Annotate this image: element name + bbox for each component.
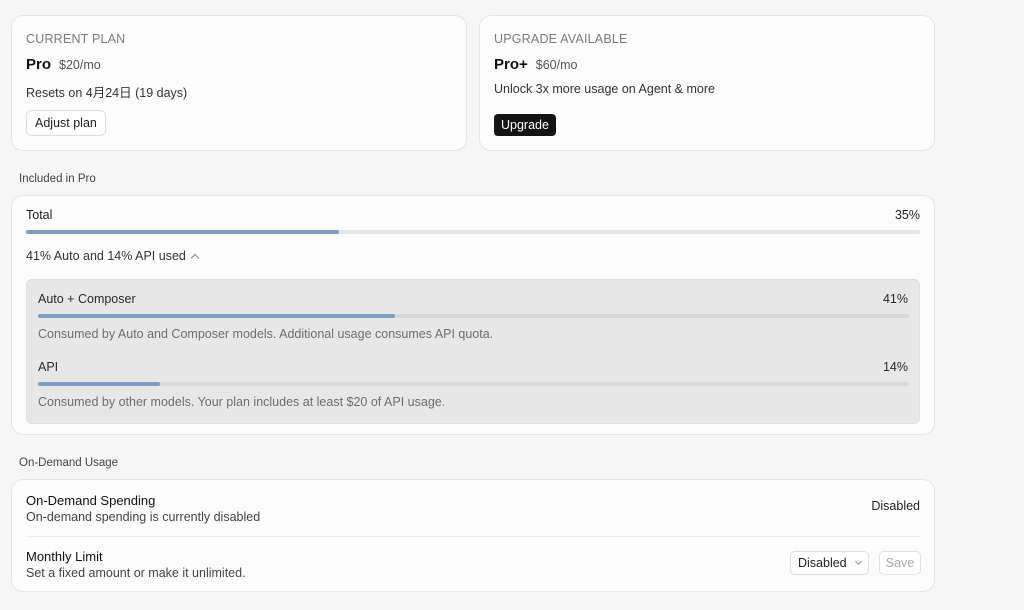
monthly-limit-title: Monthly Limit (26, 549, 103, 564)
total-usage-bar-fill (26, 230, 339, 234)
upgrade-plan-row: Pro+ $60/mo (494, 56, 920, 73)
on-demand-spending-title: On-Demand Spending (26, 493, 156, 508)
auto-composer-description: Consumed by Auto and Composer models. Ad… (38, 327, 494, 341)
chevron-up-icon (190, 253, 200, 262)
on-demand-status: Disabled (871, 499, 920, 513)
api-bar-fill (38, 382, 160, 386)
auto-composer-label: Auto + Composer (38, 292, 136, 306)
current-plan-price: $20/mo (59, 58, 101, 72)
included-usage-card: Total 35% 41% Auto and 14% API used Auto… (11, 195, 935, 435)
total-usage-percent: 35% (894, 208, 920, 222)
included-section-label: Included in Pro (19, 173, 96, 185)
total-usage-label: Total (26, 208, 53, 222)
api-row: API 14% (38, 360, 908, 374)
upgrade-kicker: UPGRADE AVAILABLE (494, 32, 628, 46)
monthly-limit-select[interactable]: Disabled (790, 551, 869, 575)
upgrade-description: Unlock 3x more usage on Agent & more (494, 82, 715, 96)
upgrade-button[interactable]: Upgrade (494, 114, 556, 136)
save-button[interactable]: Save (879, 551, 921, 575)
adjust-plan-button[interactable]: Adjust plan (26, 110, 106, 136)
api-description: Consumed by other models. Your plan incl… (38, 395, 446, 409)
auto-composer-row: Auto + Composer 41% (38, 292, 908, 306)
usage-breakdown-toggle[interactable]: 41% Auto and 14% API used (26, 249, 200, 263)
monthly-limit-subtitle: Set a fixed amount or make it unlimited. (26, 566, 246, 580)
auto-composer-percent: 41% (882, 292, 908, 306)
chevron-down-icon (854, 557, 862, 566)
current-plan-card: CURRENT PLAN Pro $20/mo Resets on 4月24日 … (11, 15, 467, 151)
on-demand-section-label: On-Demand Usage (19, 457, 119, 469)
divider (26, 536, 920, 537)
current-plan-name: Pro (26, 56, 52, 73)
upgrade-plan-name: Pro+ (494, 56, 528, 73)
usage-breakdown-toggle-label: 41% Auto and 14% API used (26, 249, 186, 263)
upgrade-plan-price: $60/mo (535, 58, 578, 72)
auto-composer-bar (38, 314, 909, 318)
total-usage-row: Total 35% (26, 208, 920, 222)
current-plan-kicker: CURRENT PLAN (26, 32, 126, 46)
api-bar (38, 382, 909, 386)
api-label: API (38, 360, 59, 374)
usage-settings-page: CURRENT PLAN Pro $20/mo Resets on 4月24日 … (0, 0, 1024, 610)
on-demand-spending-subtitle: On-demand spending is currently disabled (26, 510, 261, 524)
auto-composer-bar-fill (38, 314, 396, 318)
upgrade-plan-card: UPGRADE AVAILABLE Pro+ $60/mo Unlock 3x … (479, 15, 935, 151)
total-usage-bar (26, 230, 920, 234)
plan-reset-date: Resets on 4月24日 (19 days) (26, 86, 188, 100)
api-percent: 14% (882, 360, 908, 374)
usage-breakdown-panel: Auto + Composer 41% Consumed by Auto and… (26, 279, 920, 424)
on-demand-card: On-Demand Spending On-demand spending is… (11, 479, 935, 592)
monthly-limit-select-value: Disabled (798, 556, 847, 570)
current-plan-row: Pro $20/mo (26, 56, 452, 73)
